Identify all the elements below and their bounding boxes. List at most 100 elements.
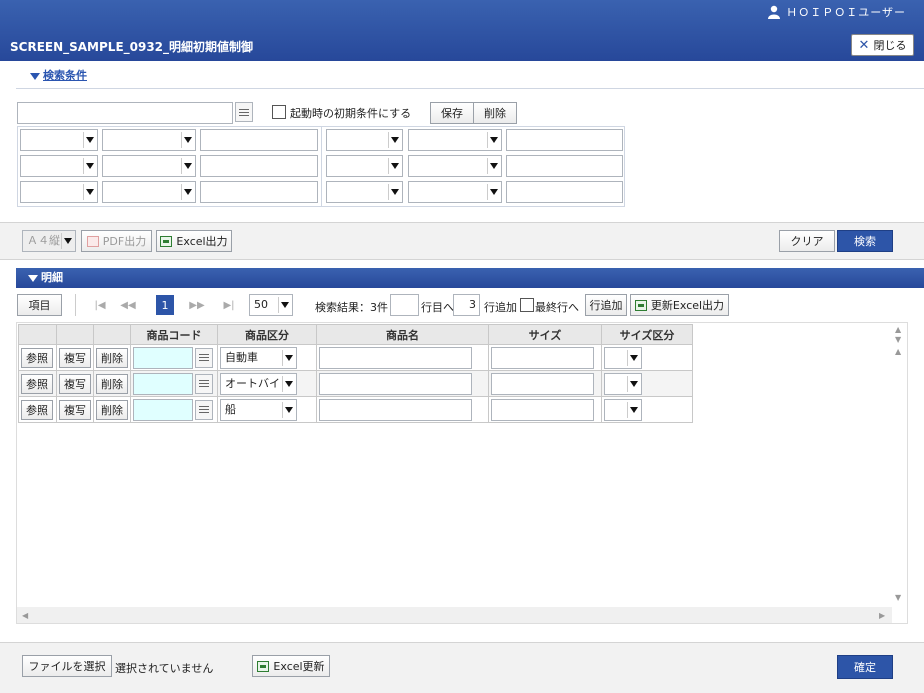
divider — [75, 294, 76, 316]
condition-value-input[interactable] — [506, 181, 623, 203]
list-icon[interactable] — [195, 373, 213, 394]
condition-value-input[interactable] — [200, 181, 318, 203]
size-type-select[interactable] — [604, 372, 642, 395]
last-row-checkbox[interactable] — [520, 298, 534, 312]
startup-condition-checkbox[interactable] — [272, 105, 286, 119]
excel-output-button[interactable]: Excel出力 — [156, 230, 232, 252]
clear-button[interactable]: クリア — [779, 230, 835, 252]
excel-update-button[interactable]: Excel更新 — [252, 655, 330, 677]
list-icon[interactable] — [195, 347, 213, 368]
copy-button[interactable]: 複写 — [59, 399, 91, 420]
choose-file-button[interactable]: ファイルを選択 — [22, 655, 112, 677]
size-input[interactable] — [491, 346, 594, 369]
pdf-icon — [86, 235, 99, 247]
confirm-button[interactable]: 確定 — [837, 655, 893, 679]
scroll-right-icon[interactable]: ▶ — [879, 611, 885, 620]
condition-operator-select[interactable] — [408, 155, 502, 177]
condition-value-input[interactable] — [200, 155, 318, 177]
size-input[interactable] — [491, 372, 594, 395]
paper-size-select[interactable]: Ａ４縦 — [22, 230, 76, 252]
last-row-label: 最終行へ — [535, 301, 579, 314]
ref-button[interactable]: 参照 — [21, 399, 53, 420]
category-select[interactable]: 船 — [220, 398, 297, 421]
first-page-icon[interactable]: |◀ — [89, 294, 111, 316]
last-page-icon[interactable]: ▶| — [218, 294, 240, 316]
size-type-select[interactable] — [604, 398, 642, 421]
size-type-select[interactable] — [604, 346, 642, 369]
product-code-input[interactable] — [133, 372, 193, 395]
product-name-input[interactable] — [319, 398, 472, 421]
delete-row-button[interactable]: 削除 — [96, 347, 128, 368]
next-page-icon[interactable]: ▶▶ — [186, 294, 208, 316]
prev-page-icon[interactable]: ◀◀ — [117, 294, 139, 316]
pdf-output-button[interactable]: PDF出力 — [81, 230, 152, 252]
condition-field-select[interactable] — [326, 181, 403, 203]
category-select[interactable]: オートバイ — [220, 372, 297, 395]
ref-button[interactable]: 参照 — [21, 373, 53, 394]
condition-operator-select[interactable] — [102, 129, 196, 151]
category-select[interactable]: 自動車 — [220, 346, 297, 369]
grid-header-blank — [93, 324, 131, 345]
vertical-scrollbar[interactable]: ▲ ▼ ▲ ▼ — [892, 323, 907, 607]
close-icon: ✕ — [858, 37, 870, 53]
scroll-left-icon[interactable]: ◀ — [22, 611, 28, 620]
page-title: SCREEN_SAMPLE_0932_明細初期値制御 — [10, 40, 254, 54]
update-excel-output-button[interactable]: 更新Excel出力 — [630, 294, 729, 316]
scroll-up-icon[interactable]: ▲ — [895, 347, 901, 356]
condition-name-input[interactable] — [17, 102, 233, 124]
column-header-name[interactable]: 商品名 — [316, 324, 489, 345]
scroll-down-icon[interactable]: ▼ — [895, 593, 901, 602]
close-button[interactable]: ✕ 閉じる — [851, 34, 914, 56]
delete-row-button[interactable]: 削除 — [96, 373, 128, 394]
condition-operator-select[interactable] — [408, 129, 502, 151]
horizontal-scrollbar[interactable]: ◀ ▶ — [17, 607, 892, 623]
delete-row-button[interactable]: 削除 — [96, 399, 128, 420]
user-icon — [768, 5, 781, 19]
condition-operator-select[interactable] — [102, 155, 196, 177]
condition-operator-select[interactable] — [102, 181, 196, 203]
product-code-input[interactable] — [133, 346, 193, 369]
column-header-size[interactable]: サイズ — [488, 324, 602, 345]
ref-button[interactable]: 参照 — [21, 347, 53, 368]
condition-field-select[interactable] — [326, 129, 403, 151]
condition-field-select[interactable] — [326, 155, 403, 177]
column-header-code[interactable]: 商品コード — [130, 324, 218, 345]
add-row-button[interactable]: 行追加 — [585, 294, 627, 316]
list-icon[interactable] — [235, 102, 253, 122]
delete-condition-button[interactable]: 削除 — [473, 102, 517, 124]
detail-grid: 商品コード 商品区分 商品名 サイズ サイズ区分 参照 複写 削除 自動車 参照… — [18, 324, 693, 423]
condition-value-input[interactable] — [200, 129, 318, 151]
product-code-input[interactable] — [133, 398, 193, 421]
current-page[interactable]: 1 — [156, 295, 174, 315]
page-size-select[interactable]: 50 — [249, 294, 293, 316]
size-input[interactable] — [491, 398, 594, 421]
condition-value-input[interactable] — [506, 129, 623, 151]
category-value: オートバイ — [225, 376, 280, 390]
product-name-input[interactable] — [319, 346, 472, 369]
startup-condition-label: 起動時の初期条件にする — [290, 107, 412, 120]
condition-operator-select[interactable] — [408, 181, 502, 203]
user-menu[interactable]: ＨＯＩＰＯＩユーザー — [768, 4, 906, 20]
condition-value-input[interactable] — [506, 155, 623, 177]
condition-field-select[interactable] — [20, 129, 98, 151]
result-count: 検索結果：3件 — [315, 301, 388, 314]
detail-section-header[interactable]: 明細 — [16, 268, 924, 288]
column-header-size-type[interactable]: サイズ区分 — [601, 324, 693, 345]
category-value: 自動車 — [225, 350, 258, 364]
items-button[interactable]: 項目 — [17, 294, 62, 316]
save-condition-button[interactable]: 保存 — [430, 102, 474, 124]
copy-button[interactable]: 複写 — [59, 347, 91, 368]
scroll-up-icon[interactable]: ▲ — [895, 325, 901, 334]
collapse-triangle-icon — [28, 274, 38, 282]
copy-button[interactable]: 複写 — [59, 373, 91, 394]
list-icon[interactable] — [195, 399, 213, 420]
search-conditions-toggle[interactable]: 検索条件 — [30, 67, 87, 83]
goto-row-input[interactable] — [390, 294, 419, 316]
condition-field-select[interactable] — [20, 155, 98, 177]
scroll-up-icon[interactable]: ▼ — [895, 335, 901, 344]
add-count-input[interactable]: 3 — [453, 294, 480, 316]
condition-field-select[interactable] — [20, 181, 98, 203]
column-header-category[interactable]: 商品区分 — [217, 324, 317, 345]
search-button[interactable]: 検索 — [837, 230, 893, 252]
product-name-input[interactable] — [319, 372, 472, 395]
